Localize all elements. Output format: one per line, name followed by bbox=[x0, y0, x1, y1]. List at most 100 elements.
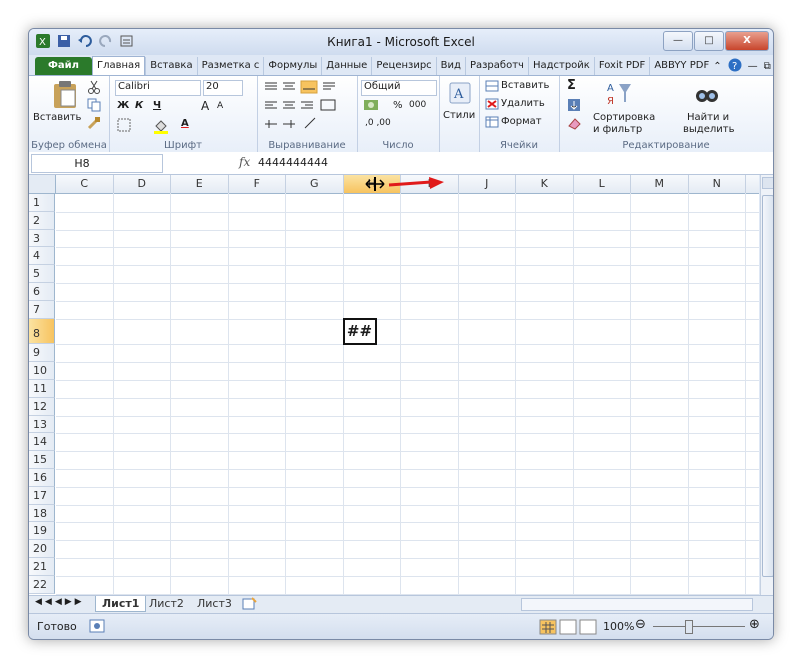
paste-icon[interactable] bbox=[51, 80, 79, 110]
scroll-up-button[interactable] bbox=[762, 177, 773, 189]
row-header[interactable]: 15 bbox=[29, 451, 55, 469]
row-header[interactable]: 6 bbox=[29, 283, 55, 301]
column-header[interactable]: N bbox=[688, 175, 746, 194]
worksheet-grid[interactable]: CDEFGHIJKLMNC 12345678910111213141516171… bbox=[29, 175, 759, 595]
row-header[interactable]: 19 bbox=[29, 522, 55, 541]
clear-icon[interactable] bbox=[567, 116, 581, 130]
column-header[interactable]: F bbox=[228, 175, 286, 194]
alignment-icons[interactable] bbox=[263, 80, 351, 134]
column-header[interactable]: J bbox=[458, 175, 516, 194]
find-select-label-2[interactable]: выделить bbox=[683, 124, 734, 135]
find-select-icon[interactable] bbox=[695, 82, 719, 106]
tab-page-layout[interactable]: Разметка с bbox=[196, 57, 264, 75]
maximize-button[interactable]: □ bbox=[694, 31, 724, 51]
styles-button[interactable]: Стили bbox=[443, 110, 475, 121]
column-header[interactable]: K bbox=[516, 175, 574, 194]
paste-button[interactable]: Вставить bbox=[33, 112, 81, 123]
tab-addins[interactable]: Надстройк bbox=[527, 57, 594, 75]
tab-developer[interactable]: Разработч bbox=[464, 57, 528, 75]
sheet-tab-3[interactable]: Лист3 bbox=[191, 596, 238, 611]
zoom-out-button[interactable]: ⊖ bbox=[635, 617, 646, 632]
row-header[interactable]: 8 bbox=[29, 318, 55, 345]
row-header[interactable]: 18 bbox=[29, 504, 55, 523]
copy-icon[interactable] bbox=[87, 98, 101, 112]
tab-review[interactable]: Рецензирс bbox=[371, 57, 435, 75]
row-header[interactable]: 22 bbox=[29, 575, 55, 594]
column-header[interactable]: C bbox=[746, 175, 759, 194]
grow-font-button[interactable]: A bbox=[201, 99, 209, 113]
help-icon[interactable]: ? bbox=[728, 58, 742, 75]
italic-button[interactable]: К bbox=[135, 100, 143, 111]
zoom-slider-thumb[interactable] bbox=[685, 620, 693, 634]
tab-home[interactable]: Главная bbox=[92, 56, 146, 75]
column-header[interactable]: D bbox=[113, 175, 171, 194]
bold-button[interactable]: Ж bbox=[117, 100, 129, 111]
tab-insert[interactable]: Вставка bbox=[145, 57, 196, 75]
shrink-font-button[interactable]: A bbox=[217, 101, 223, 111]
column-header[interactable]: G bbox=[286, 175, 344, 194]
tab-formulas[interactable]: Формулы bbox=[263, 57, 321, 75]
sheet-tab-1[interactable]: Лист1 bbox=[95, 596, 147, 612]
minimize-ribbon-icon[interactable]: ⌃ bbox=[713, 61, 721, 72]
column-header[interactable]: M bbox=[631, 175, 689, 194]
thousands-button[interactable]: 000 bbox=[409, 100, 426, 110]
row-header[interactable]: 4 bbox=[29, 247, 55, 266]
row-header[interactable]: 20 bbox=[29, 540, 55, 558]
row-header[interactable]: 21 bbox=[29, 558, 55, 576]
select-all-corner[interactable] bbox=[29, 175, 56, 194]
workbook-restore-icon[interactable]: ⧉ bbox=[764, 61, 771, 72]
row-header[interactable]: 2 bbox=[29, 211, 55, 230]
tab-file[interactable]: Файл bbox=[35, 57, 92, 75]
decimal-buttons[interactable]: ,0 ,00 bbox=[365, 118, 391, 128]
column-header[interactable]: C bbox=[56, 175, 114, 194]
borders-icon[interactable] bbox=[117, 118, 131, 132]
row-header[interactable]: 16 bbox=[29, 469, 55, 487]
insert-sheet-icon[interactable] bbox=[241, 597, 257, 611]
row-header[interactable]: 9 bbox=[29, 344, 55, 363]
autosum-button[interactable]: Σ bbox=[567, 78, 576, 93]
font-size-select[interactable]: 20 bbox=[203, 80, 243, 96]
fill-color-icon[interactable] bbox=[153, 118, 169, 134]
row-header[interactable]: 13 bbox=[29, 415, 55, 434]
zoom-slider[interactable] bbox=[653, 626, 745, 627]
insert-cells-button[interactable]: Вставить bbox=[501, 80, 549, 91]
font-name-select[interactable]: Calibri bbox=[115, 80, 201, 96]
percent-button[interactable]: % bbox=[393, 100, 403, 111]
workbook-minimize-icon[interactable]: — bbox=[748, 61, 758, 72]
macro-record-icon[interactable] bbox=[89, 618, 105, 634]
find-select-label-1[interactable]: Найти и bbox=[687, 112, 729, 123]
vertical-scroll-thumb[interactable] bbox=[762, 195, 773, 577]
formula-input[interactable]: 4444444444 bbox=[258, 154, 328, 171]
zoom-in-button[interactable]: ⊕ bbox=[749, 617, 760, 632]
cut-icon[interactable] bbox=[87, 80, 101, 94]
row-header[interactable]: 17 bbox=[29, 486, 55, 505]
sheet-tab-2[interactable]: Лист2 bbox=[143, 596, 190, 611]
view-buttons[interactable] bbox=[539, 619, 597, 635]
row-header[interactable]: 1 bbox=[29, 194, 55, 212]
currency-icon[interactable] bbox=[363, 98, 381, 112]
close-button[interactable]: X bbox=[725, 31, 769, 51]
row-header[interactable]: 12 bbox=[29, 397, 55, 416]
row-header[interactable]: 14 bbox=[29, 433, 55, 452]
tab-view[interactable]: Вид bbox=[435, 57, 465, 75]
sheet-nav-buttons[interactable]: ◀◀◀▶▶ bbox=[35, 597, 85, 607]
underline-button[interactable]: Ч bbox=[153, 100, 161, 111]
name-box[interactable]: H8 bbox=[31, 154, 163, 173]
tab-foxit-pdf[interactable]: Foxit PDF bbox=[593, 57, 649, 75]
tab-data[interactable]: Данные bbox=[321, 57, 371, 75]
sort-filter-label-1[interactable]: Сортировка bbox=[593, 112, 655, 123]
insert-function-icon[interactable]: fx bbox=[239, 155, 250, 169]
row-header[interactable]: 3 bbox=[29, 229, 55, 248]
delete-cells-button[interactable]: Удалить bbox=[501, 98, 545, 109]
fill-icon[interactable] bbox=[567, 98, 581, 112]
column-header[interactable]: E bbox=[171, 175, 229, 194]
format-cells-button[interactable]: Формат bbox=[501, 116, 542, 127]
vertical-scrollbar[interactable] bbox=[760, 175, 773, 595]
sort-filter-label-2[interactable]: и фильтр bbox=[593, 124, 642, 135]
row-header[interactable]: 10 bbox=[29, 362, 55, 380]
tab-abbyy-pdf[interactable]: ABBYY PDF bbox=[649, 57, 713, 75]
delete-cells-icon[interactable] bbox=[485, 98, 499, 110]
sort-filter-icon[interactable]: АЯ bbox=[605, 80, 633, 108]
column-header[interactable]: L bbox=[573, 175, 631, 194]
format-cells-icon[interactable] bbox=[485, 116, 499, 128]
